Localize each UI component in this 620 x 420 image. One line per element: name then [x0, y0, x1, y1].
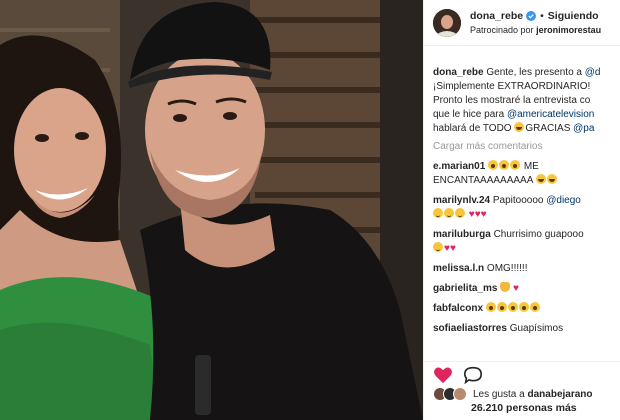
caption-mention-1[interactable]: @d — [585, 67, 601, 78]
comment-line: ♥♥♥ — [433, 208, 620, 222]
comment-text: ME — [523, 161, 539, 172]
header-text: dona_rebe • Siguiendo Patrocinado por je… — [470, 9, 601, 37]
caption-line2: ¡Simplemente EXTRAORDINARIO! — [433, 81, 591, 92]
likes-count-text: 26.210 personas más — [471, 402, 577, 414]
astonished-emoji-icon — [488, 160, 499, 170]
caption-line4-prefix: que le hice para — [433, 109, 505, 120]
comment-item: marilynlv.24 Papitooooo @diego ♥♥♥ — [433, 194, 620, 222]
astonished-emoji-icon — [485, 302, 496, 312]
astonished-emoji-icon — [518, 302, 529, 312]
comment-item: fabfalconx — [433, 302, 620, 316]
blush-emoji-icon — [433, 242, 443, 252]
clap-emoji-icon — [500, 282, 511, 292]
comments-area: dona_rebe Gente, les presento a @d ¡Simp… — [433, 66, 620, 342]
sponsored-prefix: Patrocinado por — [470, 24, 534, 35]
caption-line5-prefix: hablará de TODO — [433, 123, 512, 134]
sponsor-link[interactable]: jeronimorestau — [536, 25, 601, 35]
comment-username[interactable]: e.marian01 — [433, 161, 485, 172]
comment-text: Papitooooo — [492, 195, 544, 206]
comment-username[interactable]: fabfalconx — [433, 303, 483, 314]
blush-emoji-icon — [444, 208, 454, 218]
sponsored-line: Patrocinado por jeronimorestau — [470, 23, 601, 37]
comment-username[interactable]: marilynlv.24 — [433, 195, 490, 206]
comment-line: sofiaeliastorres Guapísimos — [433, 322, 620, 336]
astonished-emoji-icon — [529, 302, 540, 312]
comment-line: marilynlv.24 Papitooooo @diego — [433, 194, 620, 208]
comment-item: e.marian01 ME ENCANTAAAAAAAAA — [433, 160, 620, 188]
likes-section: Les gusta a danabejarano 26.210 personas… — [433, 387, 620, 415]
author-username[interactable]: dona_rebe — [470, 9, 523, 23]
heart-emoji-icon: ♥ — [480, 209, 487, 220]
caption-line4: que le hice para @americatelevision — [433, 108, 620, 122]
comment-username[interactable]: gabrielita_ms — [433, 283, 497, 294]
likes-prefix: Les gusta a — [473, 388, 525, 400]
author-avatar[interactable] — [433, 8, 461, 37]
heart-emoji-icon: ♥ — [449, 243, 456, 254]
comment-text: OMG!!!!!! — [486, 263, 528, 274]
astonished-emoji-icon — [499, 160, 510, 170]
blush-emoji-icon — [433, 208, 443, 218]
comment-icon[interactable] — [463, 366, 483, 384]
caption-line1: Gente, les presento a — [486, 67, 582, 78]
liked-by-row: Les gusta a danabejarano — [433, 387, 620, 401]
comment-text: Churrisimo guapooo — [493, 229, 584, 240]
astonished-emoji-icon — [510, 160, 521, 170]
caption-line5: hablará de TODO GRACIAS @pa — [433, 122, 620, 136]
load-more-comments-button[interactable]: Cargar más comentarios — [433, 140, 620, 154]
comment-item: mariluburga Churrisimo guapooo ♥♥ — [433, 228, 620, 256]
comment-line: ENCANTAAAAAAAAA — [433, 174, 620, 188]
comment-line: e.marian01 ME — [433, 160, 620, 174]
post-header: dona_rebe • Siguiendo Patrocinado por je… — [424, 0, 620, 46]
following-button[interactable]: Siguiendo — [548, 9, 599, 23]
verified-badge-icon — [526, 10, 537, 21]
caption-mention-3[interactable]: @pa — [573, 123, 594, 134]
caption: dona_rebe Gente, les presento a @d — [433, 66, 620, 80]
liker-username[interactable]: danabejarano — [528, 389, 593, 400]
grinning-emoji-icon — [514, 122, 525, 132]
comment-item: gabrielita_ms ♥ — [433, 282, 620, 296]
grinning-emoji-icon — [535, 174, 546, 184]
comment-text: ENCANTAAAAAAAAA — [433, 175, 533, 186]
likes-count[interactable]: 26.210 personas más — [471, 401, 620, 415]
post-side-panel: dona_rebe • Siguiendo Patrocinado por je… — [423, 0, 620, 420]
caption-line3: Pronto les mostraré la entrevista co — [433, 95, 591, 106]
grinning-emoji-icon — [546, 174, 557, 184]
comment-item: melissa.l.n OMG!!!!!! — [433, 262, 620, 276]
caption-line5-word: GRACIAS — [525, 123, 571, 134]
comment-text: Guapísimos — [509, 323, 564, 334]
header-separator: • — [540, 9, 544, 22]
caption-mention-2[interactable]: @americatelevision — [507, 109, 594, 120]
comment-line: ♥♥ — [433, 242, 620, 256]
comment-username[interactable]: melissa.l.n — [433, 263, 484, 274]
action-bar — [424, 361, 620, 387]
photo-illustration — [0, 0, 423, 420]
post-photo[interactable] — [0, 0, 423, 420]
avatar-image — [433, 8, 461, 37]
astonished-emoji-icon — [496, 302, 507, 312]
comment-line: gabrielita_ms ♥ — [433, 282, 620, 296]
comment-username[interactable]: mariluburga — [433, 229, 491, 240]
caption-username[interactable]: dona_rebe — [433, 67, 484, 78]
instagram-post: dona_rebe • Siguiendo Patrocinado por je… — [0, 0, 620, 420]
liker-avatar[interactable] — [453, 387, 467, 401]
comment-mention[interactable]: @diego — [546, 195, 581, 206]
comment-username[interactable]: sofiaeliastorres — [433, 323, 507, 334]
header-line: dona_rebe • Siguiendo — [470, 9, 601, 23]
astonished-emoji-icon — [507, 302, 518, 312]
comment-line: melissa.l.n OMG!!!!!! — [433, 262, 620, 276]
comment-line: fabfalconx — [433, 302, 620, 316]
heart-emoji-icon: ♥ — [513, 283, 519, 294]
blush-emoji-icon — [455, 208, 465, 218]
comment-item: sofiaeliastorres Guapísimos — [433, 322, 620, 336]
heart-icon[interactable] — [433, 366, 453, 384]
comment-line: mariluburga Churrisimo guapooo — [433, 228, 620, 242]
